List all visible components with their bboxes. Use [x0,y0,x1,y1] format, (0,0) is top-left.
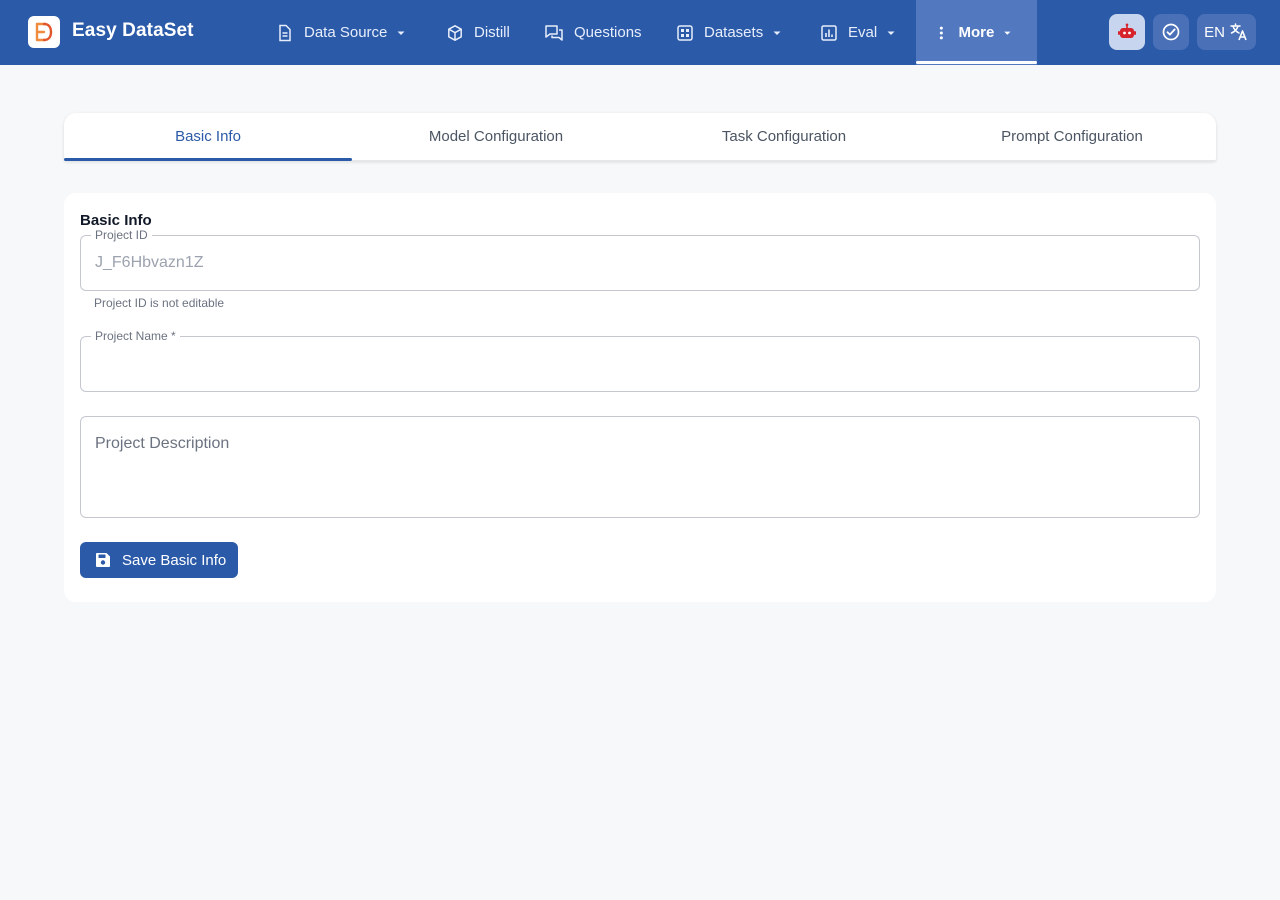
app-logo[interactable] [28,16,60,48]
tab-basic-info[interactable]: Basic Info [64,113,352,161]
app-name: Easy DataSet [72,20,194,41]
tab-prompt-configuration[interactable]: Prompt Configuration [928,113,1216,160]
task-check-button[interactable] [1153,14,1189,50]
chevron-down-icon [773,31,781,35]
model-robot-button[interactable] [1109,14,1145,50]
save-basic-info-button[interactable]: Save Basic Info [80,542,238,578]
settings-tabs: Basic Info Model Configuration Task Conf… [64,113,1216,161]
nav-eval-label: Eval [848,24,878,41]
project-id-helper-text: Project ID is not editable [94,296,225,310]
nav-eval[interactable]: Eval [820,0,897,65]
save-icon [96,553,110,567]
robot-icon [1118,23,1136,38]
project-description-placeholder: Project Description [95,435,230,452]
chat-bubbles-icon [545,24,563,41]
tab-task-configuration[interactable]: Task Configuration [640,113,928,160]
check-circle-icon [1162,23,1180,41]
grid-icon [677,24,693,41]
chevron-down-icon [887,31,895,35]
nav-questions[interactable]: Questions [544,0,642,65]
nav-more-label: More [958,24,995,41]
nav-distill-label: Distill [474,24,510,41]
project-description-field[interactable]: Project Description [80,416,1200,518]
cube-icon [448,24,462,41]
language-switch-button[interactable]: EN [1197,14,1256,50]
translate-icon [1230,23,1247,41]
project-name-field[interactable]: Project Name * [80,329,1200,392]
nav-questions-label: Questions [574,24,642,41]
nav-datasets-label: Datasets [704,24,764,41]
section-title: Basic Info [80,212,152,229]
bar-chart-icon [821,24,837,41]
more-vertical-icon [939,26,943,39]
basic-info-card: Basic Info Project ID J_F6Hbvazn1Z Proje… [64,193,1216,602]
project-id-label: Project ID [91,228,152,242]
nav-datasets[interactable]: Datasets [676,0,783,65]
top-app-bar: Easy DataSet Data Source Distill Questio… [0,0,1280,65]
logo-icon [35,22,53,42]
project-id-field[interactable]: Project ID J_F6Hbvazn1Z [80,228,1200,291]
nav-data-source-label: Data Source [304,24,388,41]
language-code: EN [1204,23,1225,41]
project-name-label: Project Name * [91,329,180,343]
nav-distill[interactable]: Distill [446,0,510,65]
document-icon [279,24,291,41]
tab-model-configuration[interactable]: Model Configuration [352,113,640,160]
chevron-down-icon [397,31,405,35]
chevron-down-icon [1004,31,1011,35]
nav-more[interactable]: More [916,0,1037,65]
nav-data-source[interactable]: Data Source [276,0,407,65]
save-basic-info-label: Save Basic Info [122,551,227,569]
project-id-value: J_F6Hbvazn1Z [95,254,204,271]
